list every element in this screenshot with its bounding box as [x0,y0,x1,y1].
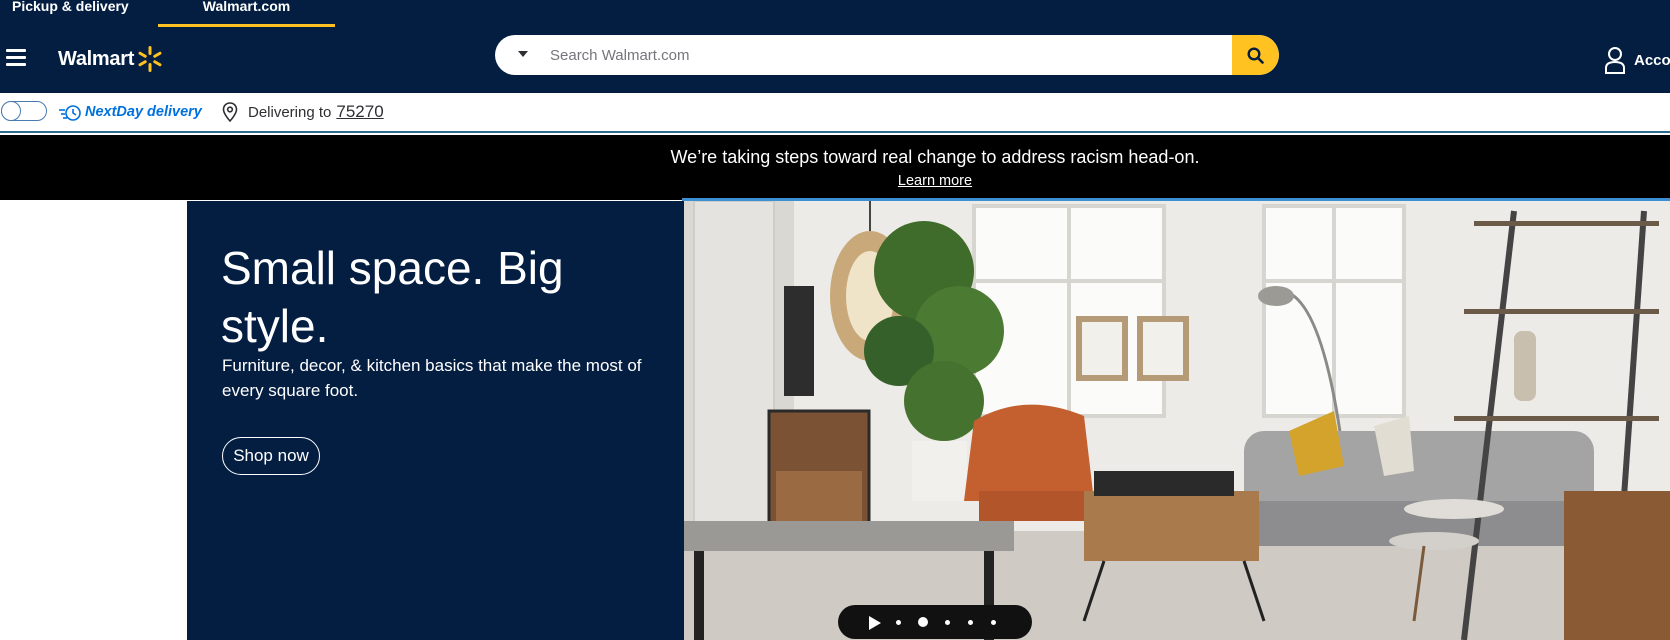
banner-message: We’re taking steps toward real change to… [670,147,1200,167]
tab-walmart-com[interactable]: Walmart.com [158,0,335,27]
carousel-dot[interactable] [945,620,950,625]
search-button[interactable] [1232,35,1279,75]
play-icon[interactable] [868,615,882,631]
zip-code-link[interactable]: 75270 [336,102,383,122]
delivery-bar: NextDay delivery Delivering to 75270 [0,93,1670,133]
shop-now-button[interactable]: Shop now [222,437,320,475]
search-icon [1247,47,1264,64]
nextday-label: NextDay delivery [85,104,202,120]
announcement-banner: We’re taking steps toward real change to… [0,135,1670,200]
carousel-controls [838,605,1032,639]
hero-subtitle: Furniture, decor, & kitchen basics that … [222,356,642,400]
carousel-dot[interactable] [968,620,973,625]
living-room-illustration [684,201,1670,640]
department-dropdown[interactable] [509,35,539,75]
nextday-icon [59,105,81,121]
carousel-dot[interactable] [896,620,901,625]
toggle-knob [1,101,21,121]
hero-image[interactable] [684,201,1670,640]
search-bar [495,35,1279,75]
hero-text-panel: Small space. Big style. Furniture, decor… [187,201,684,640]
account-button[interactable]: Acco [1604,46,1670,74]
walmart-logo[interactable]: Walmart [58,46,164,72]
hero-title: Small space. Big style. [221,242,564,352]
delivery-location: Delivering to 75270 [222,101,384,123]
search-input[interactable] [550,35,1220,75]
tab-pickup-delivery[interactable]: Pickup & delivery [12,0,142,27]
location-pin-icon [222,102,238,122]
spark-icon [138,46,162,72]
global-header: Pickup & delivery Walmart.com Walmart Se… [0,0,1670,93]
account-icon [1605,47,1625,74]
account-label: Acco [1634,51,1670,69]
nextday-toggle[interactable] [1,101,47,121]
logo-text: Walmart [58,47,135,70]
delivering-to-label: Delivering to [248,103,332,121]
carousel-dot[interactable] [991,620,996,625]
learn-more-link[interactable]: Learn more [0,173,1670,189]
nextday-delivery[interactable]: NextDay delivery [58,101,202,123]
hamburger-icon[interactable] [6,47,26,67]
chevron-down-icon [518,51,528,57]
carousel-dot-active[interactable] [918,617,928,627]
